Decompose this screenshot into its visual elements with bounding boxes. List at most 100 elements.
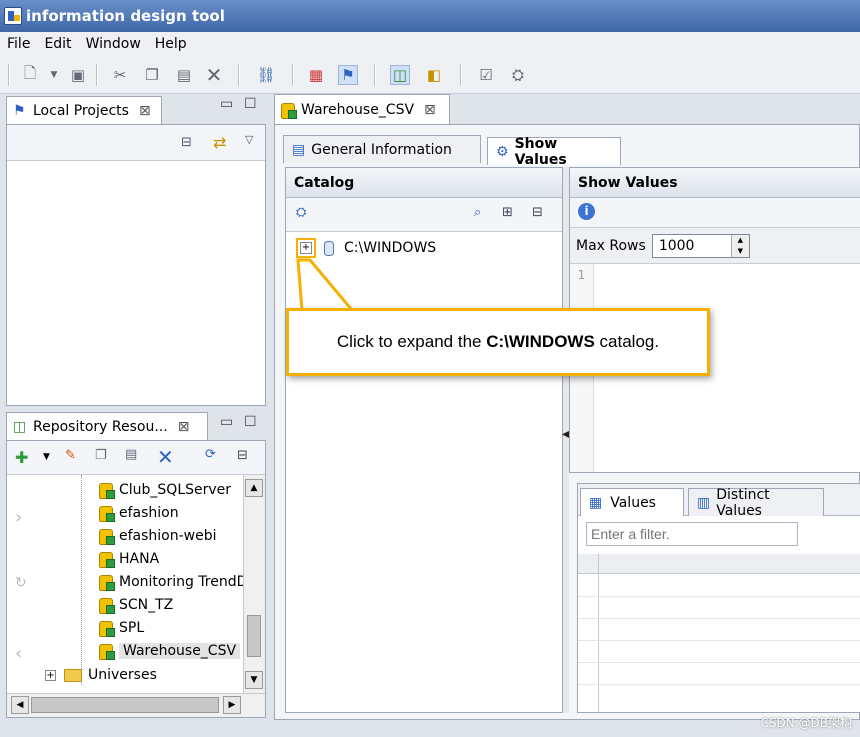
scroll-down-icon[interactable]: ▼: [245, 671, 263, 689]
close-icon[interactable]: ⊠: [424, 102, 436, 118]
tab-local-projects[interactable]: ⚑ Local Projects ⊠: [6, 96, 162, 124]
paste-icon[interactable]: ▤: [174, 65, 194, 85]
edit-icon[interactable]: ✎: [65, 448, 76, 463]
toolbar-separator: [238, 64, 240, 86]
menu-bar: File Edit Window Help: [0, 32, 860, 56]
projects-icon: ⚑: [13, 102, 26, 119]
minimize-icon[interactable]: ▭: [220, 414, 233, 430]
business-layer-icon[interactable]: ◧: [424, 65, 444, 85]
search-icon[interactable]: ⌕: [474, 205, 481, 220]
grid-row-line: [578, 596, 860, 597]
close-icon[interactable]: ⊠: [139, 103, 151, 119]
toolbar: 🗋 ▼ ▣ ✂ ❐ ▤ ✕ ⛓ ▦ ⚑ ◫ ◧ ☑ ⛭: [0, 56, 860, 94]
tab-repository-resources[interactable]: ◫ Repository Resou... ⊠: [6, 412, 208, 440]
connection-icon: [99, 528, 115, 545]
dropdown-arrow-icon[interactable]: ▼: [44, 65, 64, 85]
dropdown-arrow-icon[interactable]: ▼: [43, 452, 50, 462]
connection-icon: [281, 102, 297, 119]
tree-item[interactable]: HANA: [99, 548, 159, 570]
check-integrity-icon[interactable]: ☑: [476, 65, 496, 85]
connection-icon: [99, 505, 115, 522]
catalog-panel: Catalog ⛭ ⌕ ⊞ ⊟ + C:\WINDOWS: [285, 167, 563, 713]
show-values-toolbar: i: [570, 198, 860, 228]
tree-item[interactable]: SCN_TZ: [99, 594, 173, 616]
toolbar-separator: [8, 64, 10, 86]
filter-input[interactable]: [586, 522, 798, 546]
tree-item[interactable]: efashion: [99, 502, 179, 524]
link-editor-icon[interactable]: ⇄: [213, 133, 226, 152]
catalog-toolbar: ⛭ ⌕ ⊞ ⊟: [286, 198, 562, 232]
table-icon: ▦: [589, 494, 603, 511]
cut-icon[interactable]: ✂: [110, 65, 130, 85]
save-icon[interactable]: ▣: [68, 65, 88, 85]
expand-all-icon[interactable]: ⊞: [502, 205, 513, 220]
grid-row-header-divider: [598, 554, 599, 712]
tab-show-values[interactable]: ⚙ Show Values: [487, 136, 621, 168]
close-icon[interactable]: ⊠: [178, 419, 190, 435]
max-rows-input[interactable]: 1000 ▲ ▼: [651, 233, 750, 258]
tab-general-information[interactable]: ▤ General Information: [283, 135, 481, 163]
tree-folder-universes[interactable]: + Universes: [45, 667, 157, 683]
values-grid[interactable]: [578, 554, 860, 712]
tree-guide-line: [81, 475, 82, 685]
view-menu-icon[interactable]: ▽: [245, 133, 253, 146]
minimize-icon[interactable]: ▭: [220, 96, 233, 112]
max-rows-label: Max Rows: [576, 237, 646, 254]
vertical-scrollbar[interactable]: ▲ ▼: [243, 475, 265, 693]
tree-item[interactable]: efashion-webi: [99, 525, 217, 547]
tree-item[interactable]: Monitoring TrendDI: [99, 571, 243, 593]
window-title: information design tool: [26, 7, 225, 25]
publish-icon[interactable]: ▤: [125, 447, 137, 462]
binoculars-icon[interactable]: ⛭: [508, 65, 528, 85]
horizontal-scrollbar[interactable]: ◀ ▶: [7, 693, 265, 717]
menu-help[interactable]: Help: [148, 36, 194, 52]
tab-warehouse-csv[interactable]: Warehouse_CSV ⊠: [274, 94, 450, 124]
menu-file[interactable]: File: [0, 36, 37, 52]
editor-area: ▤ General Information ⚙ Show Values Cata…: [274, 124, 860, 720]
title-bar: information design tool: [0, 0, 860, 32]
add-icon[interactable]: ✚: [15, 448, 28, 467]
collapse-all-icon[interactable]: ⊟: [237, 448, 248, 463]
collapse-all-icon[interactable]: ⊟: [532, 205, 543, 220]
scroll-thumb[interactable]: [31, 697, 219, 713]
info-icon[interactable]: i: [578, 203, 595, 220]
connection-icon[interactable]: ⛓: [256, 65, 276, 85]
new-file-icon[interactable]: 🗋: [20, 64, 40, 85]
idt-perspective-icon[interactable]: ⚑: [338, 65, 358, 85]
delete-icon[interactable]: ✕: [204, 63, 224, 87]
scroll-left-icon[interactable]: ◀: [11, 696, 29, 714]
tab-values[interactable]: ▦ Values: [580, 488, 684, 516]
scroll-thumb[interactable]: [247, 615, 261, 657]
bar-chart-icon: ▥: [697, 494, 711, 511]
refresh-icon[interactable]: ⟳: [205, 447, 216, 462]
scroll-up-icon[interactable]: ▲: [245, 479, 263, 497]
grid-header: [578, 554, 860, 574]
tree-item-selected[interactable]: Warehouse_CSV: [99, 640, 241, 662]
binoculars-icon[interactable]: ⛭: [296, 205, 306, 220]
local-projects-toolbar: ⊟ ⇄ ▽: [7, 125, 265, 161]
menu-edit[interactable]: Edit: [37, 36, 78, 52]
refresh-icon: ↻: [15, 575, 27, 591]
copy-icon[interactable]: ❐: [95, 448, 107, 463]
spinner-icon[interactable]: ▲ ▼: [730, 234, 749, 257]
show-values-header: Show Values: [570, 168, 860, 198]
menu-window[interactable]: Window: [79, 36, 148, 52]
perspective-icon[interactable]: ▦: [306, 65, 326, 85]
collapse-all-icon[interactable]: ⊟: [181, 135, 192, 150]
maximize-icon[interactable]: ☐: [244, 414, 257, 430]
data-foundation-icon[interactable]: ◫: [390, 65, 410, 85]
tree-item[interactable]: Club_SQLServer: [99, 479, 231, 501]
watermark: CSDN @DB架构: [760, 716, 852, 730]
tab-distinct-values[interactable]: ▥ Distinct Values: [688, 487, 824, 519]
tree-item[interactable]: SPL: [99, 617, 144, 639]
connection-icon: [99, 643, 115, 660]
toolbar-separator: [292, 64, 294, 86]
maximize-icon[interactable]: ☐: [244, 96, 257, 112]
catalog-header: Catalog: [286, 168, 562, 198]
expand-icon[interactable]: +: [45, 669, 56, 681]
scroll-right-icon[interactable]: ▶: [223, 696, 241, 714]
grid-row-line: [578, 684, 860, 685]
delete-icon[interactable]: ✕: [157, 445, 174, 469]
toolbar-separator: [96, 64, 98, 86]
copy-icon[interactable]: ❐: [142, 65, 162, 85]
